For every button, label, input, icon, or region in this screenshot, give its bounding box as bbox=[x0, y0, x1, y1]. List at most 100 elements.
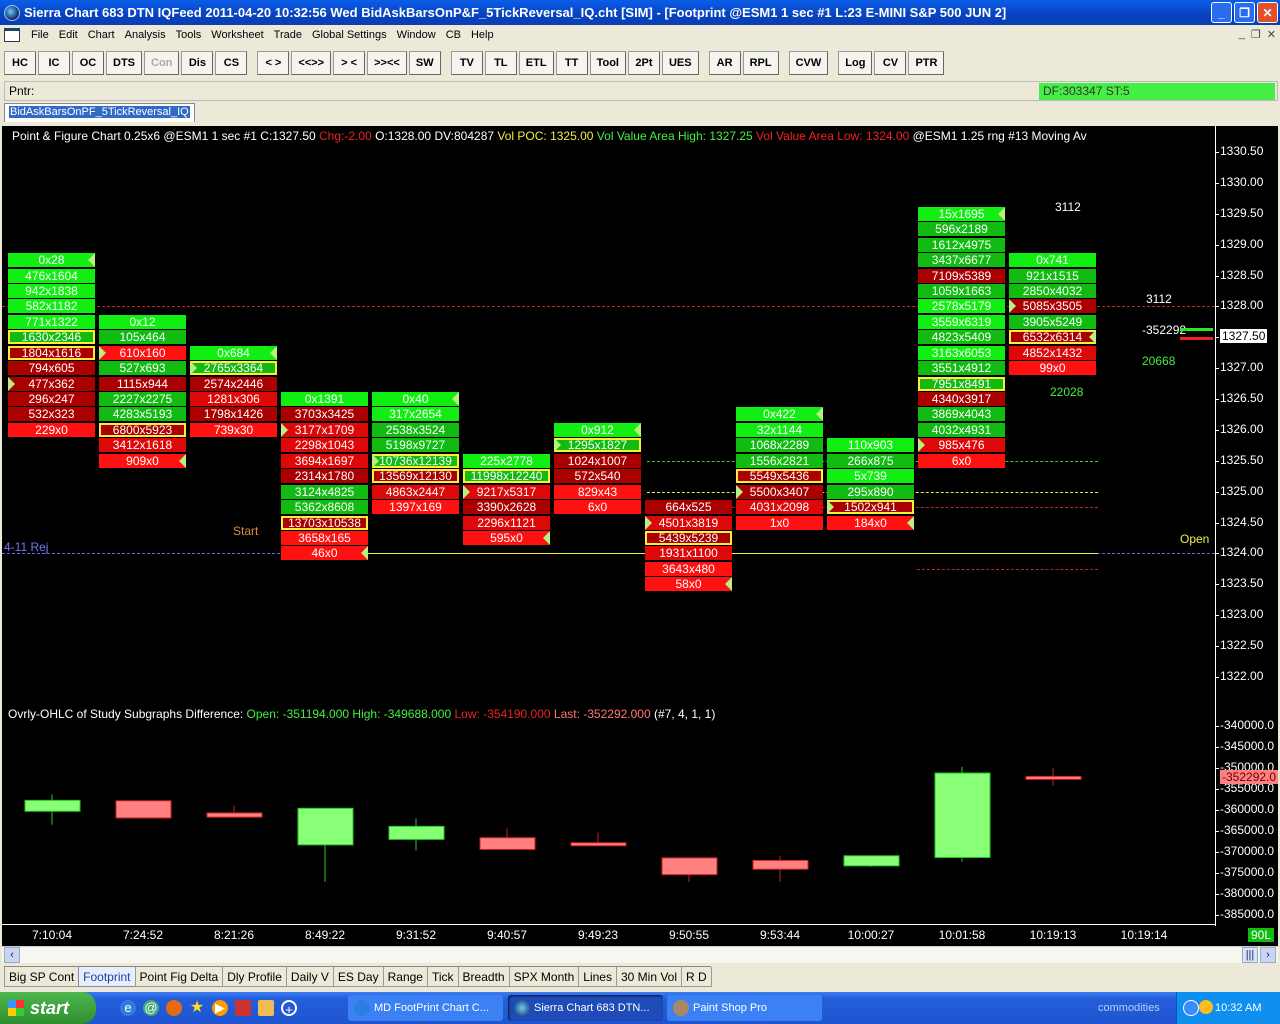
chart-area[interactable]: Point & Figure Chart 0.25x6 @ESM1 1 sec … bbox=[2, 126, 1278, 946]
tab-30-min-vol[interactable]: 30 Min Vol bbox=[615, 967, 683, 987]
menu-global-settings[interactable]: Global Settings bbox=[307, 29, 392, 41]
candle-body[interactable] bbox=[1025, 775, 1082, 780]
taskbar-item-ie[interactable]: MD FootPrint Chart C... bbox=[348, 995, 503, 1021]
candle-body[interactable] bbox=[934, 772, 991, 858]
price-axis-label: 1325.00 bbox=[1220, 483, 1264, 498]
tab-dly-profile[interactable]: Dly Profile bbox=[222, 967, 287, 987]
tab-spx-month[interactable]: SPX Month bbox=[508, 967, 580, 987]
close-button[interactable]: ✕ bbox=[1257, 2, 1278, 23]
toolbar-button-tool[interactable]: Tool bbox=[589, 50, 626, 75]
menu-cb[interactable]: CB bbox=[441, 29, 466, 41]
menu-tools[interactable]: Tools bbox=[171, 29, 207, 41]
candle-body[interactable] bbox=[206, 812, 263, 818]
internet-explorer-icon[interactable]: e bbox=[120, 1000, 136, 1016]
toolbar-button-[interactable]: > < bbox=[333, 50, 366, 75]
price-axis-tick bbox=[1215, 429, 1219, 431]
mdi-minimize-button[interactable]: _ bbox=[1239, 28, 1245, 41]
candle-body[interactable] bbox=[24, 799, 81, 812]
toolbar-button-cs[interactable]: CS bbox=[215, 50, 248, 75]
price-axis-tick bbox=[1215, 553, 1219, 555]
price-axis-label: 1326.50 bbox=[1220, 391, 1264, 406]
toolbar-button-rpl[interactable]: RPL bbox=[742, 50, 779, 75]
start-button[interactable]: start bbox=[0, 992, 96, 1024]
minimize-button[interactable]: _ bbox=[1211, 2, 1232, 23]
candle-body[interactable] bbox=[115, 800, 172, 819]
task-label: MD FootPrint Chart C... bbox=[374, 1002, 489, 1014]
tab-r-d[interactable]: R D bbox=[681, 967, 712, 987]
toolbar-button-con[interactable]: Con bbox=[144, 50, 180, 75]
menu-edit[interactable]: Edit bbox=[54, 29, 83, 41]
tab-footprint[interactable]: Footprint bbox=[78, 967, 136, 987]
media-player-icon[interactable]: ▶ bbox=[212, 1000, 228, 1016]
candle-body[interactable] bbox=[661, 857, 718, 876]
scroll-left-arrow-icon[interactable]: ‹ bbox=[4, 947, 20, 963]
toolbar-button-log[interactable]: Log bbox=[838, 50, 873, 75]
commodities-toolbar[interactable]: commodities bbox=[1098, 992, 1160, 1024]
tray-collapse-icon[interactable] bbox=[1183, 1000, 1199, 1016]
restore-button[interactable]: ❐ bbox=[1234, 2, 1255, 23]
crosshair-icon[interactable]: + bbox=[281, 1000, 297, 1017]
toolbar-button-[interactable]: >><< bbox=[367, 50, 407, 75]
toolbar-button-tt[interactable]: TT bbox=[555, 50, 588, 75]
taskbar-item-paintshop[interactable]: Paint Shop Pro bbox=[667, 995, 822, 1021]
tab-tick[interactable]: Tick bbox=[426, 967, 459, 987]
chart-app-icon[interactable] bbox=[235, 1000, 251, 1016]
toolbar-button-dts[interactable]: DTS bbox=[106, 50, 142, 75]
document-icon[interactable] bbox=[4, 28, 20, 42]
tab-point-fig-delta[interactable]: Point Fig Delta bbox=[134, 967, 224, 987]
price-axis-label: 1322.00 bbox=[1220, 668, 1264, 683]
toolbar-button-cvw[interactable]: CVW bbox=[788, 50, 829, 75]
toolbar-button-sw[interactable]: SW bbox=[408, 50, 441, 75]
tab-range[interactable]: Range bbox=[382, 967, 428, 987]
menu-chart[interactable]: Chart bbox=[83, 29, 120, 41]
candle-body[interactable] bbox=[570, 842, 627, 847]
scroll-thumb[interactable]: ||| bbox=[1242, 947, 1258, 963]
tray-security-icon[interactable] bbox=[1199, 1000, 1213, 1014]
price-axis-tick bbox=[1215, 399, 1219, 401]
menu-analysis[interactable]: Analysis bbox=[120, 29, 171, 41]
sierra-globe-icon bbox=[514, 1000, 530, 1016]
time-axis-label: 10:19:14 bbox=[1120, 928, 1168, 942]
candle-body[interactable] bbox=[843, 855, 900, 867]
toolbar-button-hc[interactable]: HC bbox=[4, 50, 36, 75]
toolbar-button-tl[interactable]: TL bbox=[484, 50, 517, 75]
taskbar-item-sierra[interactable]: Sierra Chart 683 DTN... bbox=[508, 995, 663, 1021]
scroll-right-arrow-icon[interactable]: › bbox=[1260, 947, 1276, 963]
candle-body[interactable] bbox=[752, 859, 809, 870]
toolbar-button-ptr[interactable]: PTR bbox=[908, 50, 945, 75]
menu-worksheet[interactable]: Worksheet bbox=[206, 29, 268, 41]
candle-body[interactable] bbox=[388, 825, 445, 840]
toolbar-button-ic[interactable]: IC bbox=[38, 50, 70, 75]
toolbar-button-tv[interactable]: TV bbox=[450, 50, 483, 75]
chartbook-tab[interactable]: BidAskBarsOnPF_5TickReversal_IQ bbox=[4, 103, 195, 122]
price-axis-divider bbox=[1215, 126, 1216, 926]
time-axis-label: 9:31:52 bbox=[395, 928, 437, 942]
menu-window[interactable]: Window bbox=[392, 29, 441, 41]
horizontal-scrollbar[interactable]: ‹ ||| › bbox=[2, 946, 1278, 963]
menu-help[interactable]: Help bbox=[466, 29, 499, 41]
firefox-icon[interactable] bbox=[166, 1000, 182, 1016]
menu-file[interactable]: File bbox=[26, 29, 54, 41]
toolbar-button-cv[interactable]: CV bbox=[874, 50, 907, 75]
mdi-restore-button[interactable]: ❐ bbox=[1251, 28, 1261, 41]
toolbar-button-ar[interactable]: AR bbox=[708, 50, 741, 75]
menu-trade[interactable]: Trade bbox=[269, 29, 307, 41]
outlook-express-icon[interactable]: @ bbox=[143, 1000, 159, 1016]
tab-daily-v[interactable]: Daily V bbox=[285, 967, 334, 987]
tab-breadth[interactable]: Breadth bbox=[457, 967, 510, 987]
candle-body[interactable] bbox=[479, 837, 536, 850]
toolbar-button-ues[interactable]: UES bbox=[661, 50, 699, 75]
toolbar-button-[interactable]: < > bbox=[257, 50, 290, 75]
folder-icon[interactable] bbox=[258, 1000, 274, 1016]
toolbar-button-oc[interactable]: OC bbox=[72, 50, 104, 75]
favorites-star-icon[interactable]: ★ bbox=[189, 1000, 205, 1016]
tab-lines[interactable]: Lines bbox=[578, 967, 617, 987]
toolbar-button-[interactable]: <<>> bbox=[291, 50, 332, 75]
toolbar-button-etl[interactable]: ETL bbox=[518, 50, 554, 75]
tab-es-day[interactable]: ES Day bbox=[332, 967, 384, 987]
tab-big-sp-cont[interactable]: Big SP Cont bbox=[4, 967, 80, 987]
mdi-close-button[interactable]: ✕ bbox=[1267, 28, 1276, 41]
candle-body[interactable] bbox=[297, 807, 354, 846]
toolbar-button-dis[interactable]: Dis bbox=[181, 50, 214, 75]
toolbar-button-2pt[interactable]: 2Pt bbox=[627, 50, 660, 75]
